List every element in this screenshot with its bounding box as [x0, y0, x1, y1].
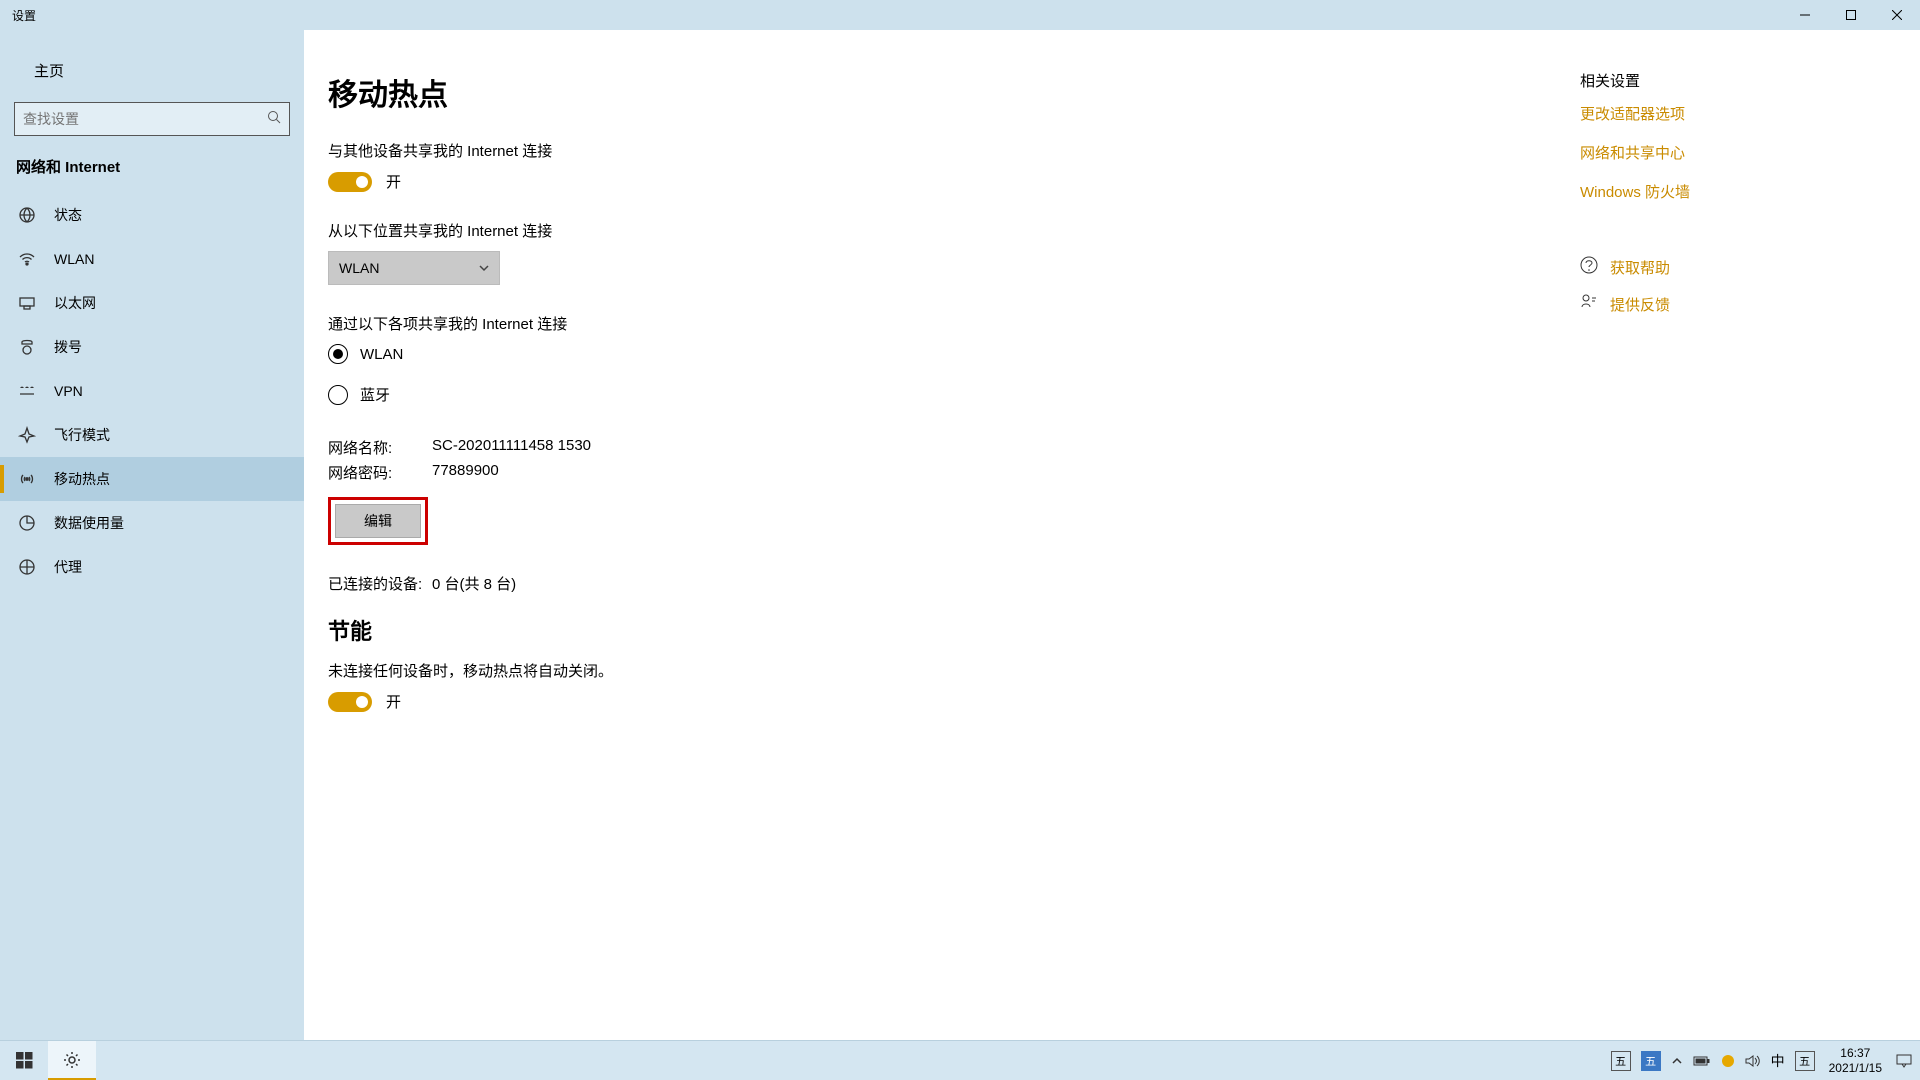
maximize-button[interactable] [1828, 0, 1874, 30]
sidebar-home[interactable]: 主页 [0, 50, 304, 90]
related-panel: 相关设置 更改适配器选项 网络和共享中心 Windows 防火墙 获取帮助 提供… [1580, 30, 1920, 1040]
tray-time: 16:37 [1829, 1046, 1882, 1060]
sidebar: 主页 网络和 Internet 状态 WLAN [0, 30, 304, 1040]
taskbar-app-settings[interactable] [48, 1041, 96, 1080]
sidebar-item-label: 以太网 [54, 293, 96, 313]
proxy-icon [18, 558, 36, 576]
tray-overflow-icon[interactable] [1667, 1041, 1687, 1080]
connected-devices-key: 已连接的设备: [328, 573, 432, 594]
network-password-value: 77889900 [432, 462, 499, 483]
link-firewall[interactable]: Windows 防火墙 [1580, 181, 1900, 202]
edit-button[interactable]: 编辑 [335, 504, 421, 538]
hotspot-icon [18, 470, 36, 488]
sidebar-item-proxy[interactable]: 代理 [0, 545, 304, 589]
share-label: 与其他设备共享我的 Internet 连接 [328, 140, 1580, 161]
sidebar-item-label: 拨号 [54, 337, 82, 357]
taskbar: 五 五 中 五 16:37 2021/1/15 [0, 1040, 1920, 1080]
radio-bluetooth-label: 蓝牙 [360, 384, 390, 405]
tray-ime-mode[interactable]: 五 [1791, 1041, 1819, 1080]
gear-icon [62, 1050, 82, 1070]
power-toggle-state: 开 [386, 691, 401, 712]
sidebar-home-label: 主页 [34, 60, 64, 81]
sidebar-item-ethernet[interactable]: 以太网 [0, 281, 304, 325]
minimize-button[interactable] [1782, 0, 1828, 30]
network-name-value: SC-202011111458 1530 [432, 437, 591, 458]
edit-button-highlight: 编辑 [328, 497, 428, 545]
link-feedback[interactable]: 提供反馈 [1610, 294, 1670, 315]
data-usage-icon [18, 514, 36, 532]
tray-ime-active[interactable]: 五 [1637, 1041, 1665, 1080]
ethernet-icon [18, 294, 36, 312]
tray-language[interactable]: 中 [1767, 1041, 1789, 1080]
search-input-wrap[interactable] [14, 102, 290, 136]
sidebar-item-dialup[interactable]: 拨号 [0, 325, 304, 369]
sidebar-item-airplane[interactable]: 飞行模式 [0, 413, 304, 457]
sidebar-item-label: VPN [54, 383, 83, 399]
sidebar-item-label: 飞行模式 [54, 425, 110, 445]
radio-bluetooth-input[interactable] [328, 385, 348, 405]
power-toggle[interactable] [328, 692, 372, 712]
link-get-help[interactable]: 获取帮助 [1610, 257, 1670, 278]
globe-icon [18, 206, 36, 224]
sidebar-item-hotspot[interactable]: 移动热点 [0, 457, 304, 501]
sidebar-item-data-usage[interactable]: 数据使用量 [0, 501, 304, 545]
radio-wlan-label: WLAN [360, 346, 403, 363]
network-name-key: 网络名称: [328, 437, 432, 458]
share-toggle[interactable] [328, 172, 372, 192]
power-saving-text: 未连接任何设备时，移动热点将自动关闭。 [328, 660, 1580, 681]
sidebar-item-vpn[interactable]: VPN [0, 369, 304, 413]
network-password-key: 网络密码: [328, 462, 432, 483]
main-content: 移动热点 与其他设备共享我的 Internet 连接 开 从以下位置共享我的 I… [304, 30, 1580, 1040]
related-title: 相关设置 [1580, 70, 1900, 91]
radio-wlan-input[interactable] [328, 344, 348, 364]
tray-battery-icon[interactable] [1689, 1041, 1715, 1080]
vpn-icon [18, 382, 36, 400]
link-adapter-options[interactable]: 更改适配器选项 [1580, 103, 1900, 124]
sidebar-item-label: WLAN [54, 251, 94, 267]
radio-wlan[interactable]: WLAN [328, 344, 1580, 364]
radio-bluetooth[interactable]: 蓝牙 [328, 384, 1580, 405]
search-icon [267, 110, 281, 129]
wifi-icon [18, 250, 36, 268]
sidebar-item-label: 状态 [54, 205, 82, 225]
system-tray: 五 五 中 五 16:37 2021/1/15 [1607, 1041, 1920, 1080]
tray-volume-icon[interactable] [1741, 1041, 1765, 1080]
sidebar-item-label: 移动热点 [54, 469, 110, 489]
dialup-icon [18, 338, 36, 356]
from-label: 从以下位置共享我的 Internet 连接 [328, 220, 1580, 241]
via-label: 通过以下各项共享我的 Internet 连接 [328, 313, 1580, 334]
search-input[interactable] [23, 111, 267, 127]
from-dropdown-value: WLAN [339, 260, 379, 276]
sidebar-item-status[interactable]: 状态 [0, 193, 304, 237]
tray-app-icon[interactable] [1717, 1041, 1739, 1080]
from-dropdown[interactable]: WLAN [328, 251, 500, 285]
sidebar-item-wlan[interactable]: WLAN [0, 237, 304, 281]
power-saving-title: 节能 [328, 614, 1580, 646]
tray-date: 2021/1/15 [1829, 1061, 1882, 1075]
sidebar-section-label: 网络和 Internet [0, 136, 304, 185]
link-sharing-center[interactable]: 网络和共享中心 [1580, 142, 1900, 163]
sidebar-item-label: 代理 [54, 557, 82, 577]
connected-devices-value: 0 台(共 8 台) [432, 573, 516, 594]
sidebar-item-label: 数据使用量 [54, 513, 124, 533]
tray-action-center-icon[interactable] [1892, 1041, 1916, 1080]
close-button[interactable] [1874, 0, 1920, 30]
chevron-down-icon [479, 263, 489, 273]
start-button[interactable] [0, 1041, 48, 1080]
share-toggle-state: 开 [386, 171, 401, 192]
feedback-icon [1580, 293, 1598, 316]
tray-clock[interactable]: 16:37 2021/1/15 [1821, 1046, 1890, 1075]
window-titlebar: 设置 [0, 0, 1920, 30]
airplane-icon [18, 426, 36, 444]
tray-ime-indicator[interactable]: 五 [1607, 1041, 1635, 1080]
page-title: 移动热点 [328, 70, 1580, 114]
window-title: 设置 [0, 7, 1782, 24]
help-icon [1580, 256, 1598, 279]
